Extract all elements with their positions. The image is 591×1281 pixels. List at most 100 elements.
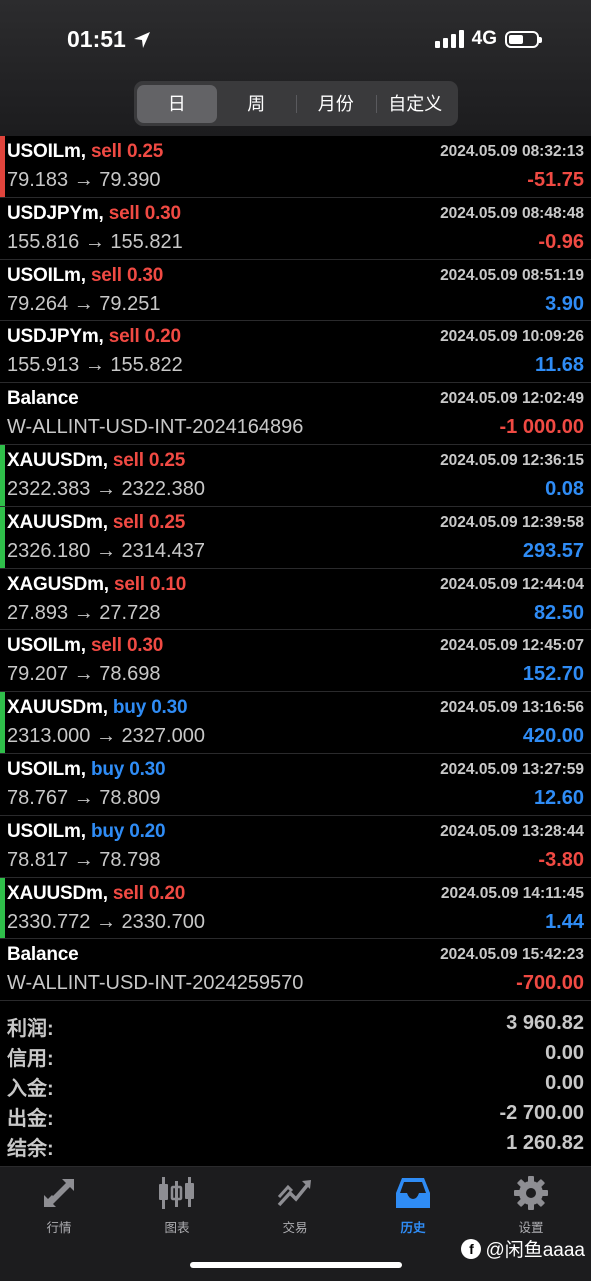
trade-side: buy: [90, 758, 125, 780]
deal-profit: 12.60: [533, 786, 584, 809]
location-arrow-icon: [133, 31, 150, 48]
price-range: 27.893 → 27.728: [7, 601, 161, 624]
history-row[interactable]: USDJPYm, sell 0.30 155.816 → 155.821 2024.…: [0, 198, 591, 260]
price-range: 2330.772 → 2330.700: [7, 910, 205, 933]
trade-side: sell: [112, 511, 144, 533]
history-row[interactable]: Balance W-ALLINT-USD-INT-2024259570 2024.0…: [0, 939, 591, 1002]
trade-volume: 0.30: [126, 264, 164, 286]
row-title: USOILm, buy 0.30: [7, 758, 166, 781]
trade-side: buy: [112, 697, 147, 719]
history-row[interactable]: USOILm, sell 0.30 79.207 → 78.698 2024.05.…: [0, 630, 591, 693]
history-row[interactable]: USOILm, sell 0.30 79.264 → 79.251 2024.05.…: [0, 260, 591, 322]
trade-side: sell: [90, 264, 122, 286]
history-row[interactable]: USDJPYm, sell 0.20 155.913 → 155.822 2024.…: [0, 321, 591, 384]
deal-profit: -0.96: [538, 230, 584, 253]
tab-settings[interactable]: 设置: [472, 1175, 590, 1236]
trade-volume: 0.20: [148, 882, 186, 904]
deal-profit: 0.08: [545, 477, 584, 500]
segment-month[interactable]: 月份: [296, 85, 376, 123]
price-range: 79.264 → 79.251: [7, 292, 161, 315]
summary-label: 结余:: [7, 1138, 54, 1160]
watermark-text: @闲鱼aaaa: [485, 1240, 585, 1261]
history-row[interactable]: USOILm, buy 0.30 78.767 → 78.809 2024.05.0…: [0, 754, 591, 816]
settings-icon: [514, 1176, 548, 1210]
symbol-name: XAUUSDm,: [7, 697, 108, 719]
trade-direction: buy 0.20: [86, 821, 166, 842]
summary-label: 利润:: [7, 1018, 54, 1040]
history-summary: 利润: 3 960.82 信用: 0.00 入金: 0.00 出金: -2 700.00 结余:…: [0, 1010, 591, 1160]
tab-chart[interactable]: 图表: [118, 1175, 236, 1236]
segment-custom[interactable]: 自定义: [375, 85, 456, 123]
row-color-marker: [0, 569, 5, 630]
trade-volume: 0.20: [129, 820, 166, 842]
trade-volume: 0.30: [129, 758, 166, 780]
history-row[interactable]: XAUUSDm, buy 0.30 2313.000 → 2327.000 2024…: [0, 692, 591, 754]
segment-week[interactable]: 周: [217, 85, 297, 123]
signal-icon: [434, 30, 464, 48]
quotes-icon: [44, 1179, 74, 1207]
trade-volume: 0.30: [151, 697, 188, 719]
row-title: USOILm, buy 0.20: [7, 821, 166, 843]
price-range: 79.207 → 78.698: [7, 663, 161, 686]
deal-time: 2024.05.09 12:02:49: [440, 390, 584, 408]
row-color-marker: [0, 692, 5, 753]
deal-profit: 11.68: [535, 354, 584, 377]
row-color-marker: [0, 816, 5, 877]
deal-time: 2024.05.09 15:42:23: [440, 946, 584, 964]
row-title: USOILm, sell 0.30: [7, 265, 163, 287]
xianyu-logo-icon: f: [461, 1238, 482, 1259]
row-color-marker: [0, 754, 5, 815]
trade-direction: buy 0.30: [86, 759, 166, 780]
home-indicator[interactable]: [190, 1262, 402, 1268]
deal-time: 2024.05.09 12:44:04: [440, 575, 584, 593]
row-color-marker: [0, 630, 5, 691]
deal-time: 2024.05.09 10:09:26: [440, 328, 584, 346]
history-row[interactable]: USOILm, buy 0.20 78.817 → 78.798 2024.05.0…: [0, 816, 591, 878]
price-range: 78.817 → 78.798: [7, 848, 161, 871]
symbol-name: USDJPYm,: [7, 326, 104, 348]
balance-comment: W-ALLINT-USD-INT-2024164896: [7, 416, 304, 439]
tab-trade[interactable]: 交易: [236, 1175, 354, 1236]
period-segmented-control: 日 周 月份 自定义: [134, 81, 458, 126]
trade-side: sell: [113, 573, 145, 595]
row-color-marker: [0, 321, 5, 382]
trade-direction: sell 0.20: [108, 883, 185, 904]
tab-history-label: 历史: [400, 1221, 426, 1235]
row-color-marker: [0, 383, 5, 444]
deal-time: 2024.05.09 13:27:59: [440, 760, 584, 778]
price-range: 155.913 → 155.822: [7, 354, 183, 377]
row-color-marker: [0, 939, 5, 1000]
history-row[interactable]: XAGUSDm, sell 0.10 27.893 → 27.728 2024.05…: [0, 569, 591, 631]
row-title: USDJPYm, sell 0.20: [7, 326, 181, 348]
status-time: 01:51: [67, 26, 152, 53]
history-row[interactable]: USOILm, sell 0.25 79.183 → 79.390 2024.05.…: [0, 136, 591, 198]
trade-direction: sell 0.20: [104, 326, 181, 347]
trade-side: sell: [112, 882, 144, 904]
price-range: 155.816 → 155.821: [7, 230, 183, 253]
trade-side: sell: [112, 449, 144, 471]
history-row[interactable]: XAUUSDm, sell 0.25 2322.383 → 2322.380 202…: [0, 444, 591, 507]
price-range: 2326.180 → 2314.437: [7, 539, 205, 562]
deal-profit: -700.00: [516, 972, 584, 995]
history-row[interactable]: XAUUSDm, sell 0.20 2330.772 → 2330.700 202…: [0, 877, 591, 940]
trade-direction: sell 0.30: [86, 265, 163, 286]
history-row[interactable]: XAUUSDm, sell 0.25 2326.180 → 2314.437 202…: [0, 506, 591, 569]
symbol-name: XAUUSDm,: [7, 449, 108, 471]
balance-comment: W-ALLINT-USD-INT-2024259570: [7, 972, 304, 995]
segment-day[interactable]: 日: [137, 84, 217, 123]
trade-volume: 0.30: [144, 202, 181, 224]
trade-direction: sell 0.30: [104, 203, 181, 224]
tab-history[interactable]: 历史: [354, 1175, 472, 1236]
trade-volume: 0.10: [149, 573, 187, 595]
tab-quotes[interactable]: 行情: [0, 1175, 118, 1236]
row-color-marker: [0, 877, 5, 939]
price-range: 78.767 → 78.809: [7, 786, 161, 809]
summary-label: 信用:: [7, 1048, 54, 1070]
trade-volume: 0.25: [126, 141, 164, 162]
symbol-name: USOILm,: [7, 758, 86, 780]
trade-side: sell: [108, 326, 140, 348]
history-row[interactable]: Balance W-ALLINT-USD-INT-2024164896 2024.0…: [0, 383, 591, 445]
trade-volume: 0.25: [148, 449, 186, 471]
deal-time: 2024.05.09 13:28:44: [440, 822, 584, 840]
summary-label: 入金:: [7, 1078, 54, 1100]
